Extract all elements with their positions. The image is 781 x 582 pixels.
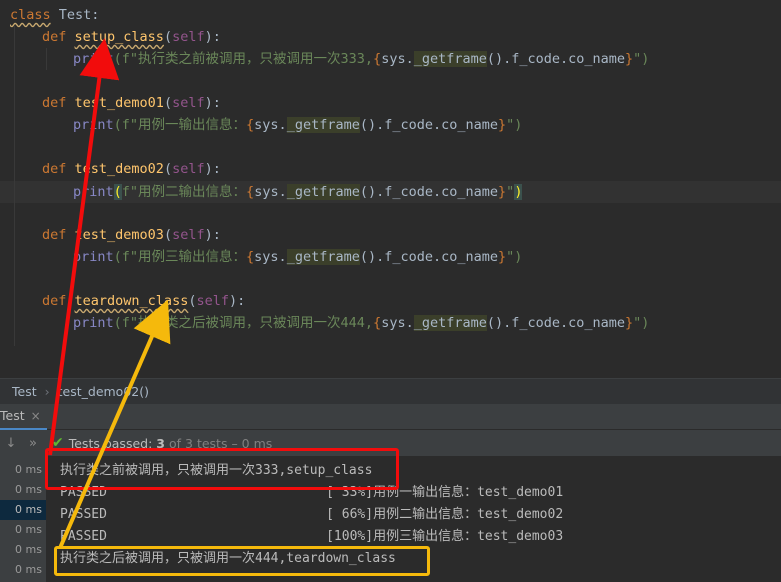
print-statement: print(f"执行类之前被调用，只被调用一次333,{sys._getfram… xyxy=(73,51,650,67)
method-def-test-demo02: def test_demo02(self): xyxy=(42,161,221,177)
indent-guide xyxy=(14,26,15,346)
print-statement: print(f"用例一输出信息：{sys._getframe().f_code.… xyxy=(73,117,523,133)
expand-more-icon[interactable]: » xyxy=(22,436,44,451)
breadcrumb: Test › test_demo02() xyxy=(0,378,781,404)
run-tool-window-tabs: Test × xyxy=(0,404,781,430)
print-statement: print(f"执行类之后被调用，只被调用一次444,{sys._getfram… xyxy=(73,315,650,331)
method-def-test-demo03: def test_demo03(self): xyxy=(42,227,221,243)
status-rest: of 3 tests – 0 ms xyxy=(169,435,273,451)
console-output[interactable]: 执行类之前被调用，只被调用一次333,setup_class PASSED [ … xyxy=(46,456,781,582)
tab-test-run[interactable]: Test × xyxy=(0,404,47,430)
indent-guide xyxy=(46,48,47,70)
tree-row-time[interactable]: 0 ms xyxy=(0,540,42,560)
console-line: 执行类之后被调用，只被调用一次444,teardown_class xyxy=(60,551,396,566)
class-declaration: class Test: xyxy=(10,7,100,23)
print-statement: print(f"用例二输出信息：{sys._getframe().f_code.… xyxy=(73,184,523,200)
test-status: ✔ Tests passed: 3 of 3 tests – 0 ms xyxy=(52,435,272,451)
method-def-setup-class: def setup_class(self): xyxy=(42,29,221,45)
console-line: PASSED [ 66%]用例二输出信息：test_demo02 xyxy=(60,507,564,522)
test-tree: 0 ms 0 ms 0 ms 0 ms 0 ms 0 ms xyxy=(0,456,46,582)
status-main: Tests passed: xyxy=(68,435,153,451)
tree-row-time[interactable]: 0 ms xyxy=(0,520,42,540)
console-line: 执行类之前被调用，只被调用一次333,setup_class xyxy=(60,463,373,478)
code-editor[interactable]: class Test: def setup_class(self): print… xyxy=(0,0,781,378)
console-line: PASSED [100%]用例三输出信息：test_demo03 xyxy=(60,529,564,544)
breadcrumb-class[interactable]: Test xyxy=(12,384,37,399)
chevron-right-icon: › xyxy=(44,384,50,399)
tree-row-time-selected[interactable]: 0 ms xyxy=(0,500,46,520)
console-line: PASSED [ 33%]用例一输出信息：test_demo01 xyxy=(60,485,564,500)
method-def-teardown-class: def teardown_class(self): xyxy=(42,293,246,309)
method-def-test-demo01: def test_demo01(self): xyxy=(42,95,221,111)
tree-row-time[interactable]: 0 ms xyxy=(0,460,42,480)
sort-down-icon[interactable]: ↓ xyxy=(0,436,22,451)
close-icon[interactable]: × xyxy=(31,409,41,423)
breadcrumb-method[interactable]: test_demo02() xyxy=(58,384,149,399)
tab-label: Test xyxy=(0,408,25,423)
tree-row-time[interactable]: 0 ms xyxy=(0,560,42,580)
status-count: 3 xyxy=(156,435,165,451)
print-statement: print(f"用例三输出信息：{sys._getframe().f_code.… xyxy=(73,249,523,265)
check-icon: ✔ xyxy=(52,435,64,451)
tree-row-time[interactable]: 0 ms xyxy=(0,480,42,500)
run-toolbar: ↓ » ✔ Tests passed: 3 of 3 tests – 0 ms xyxy=(0,430,781,456)
